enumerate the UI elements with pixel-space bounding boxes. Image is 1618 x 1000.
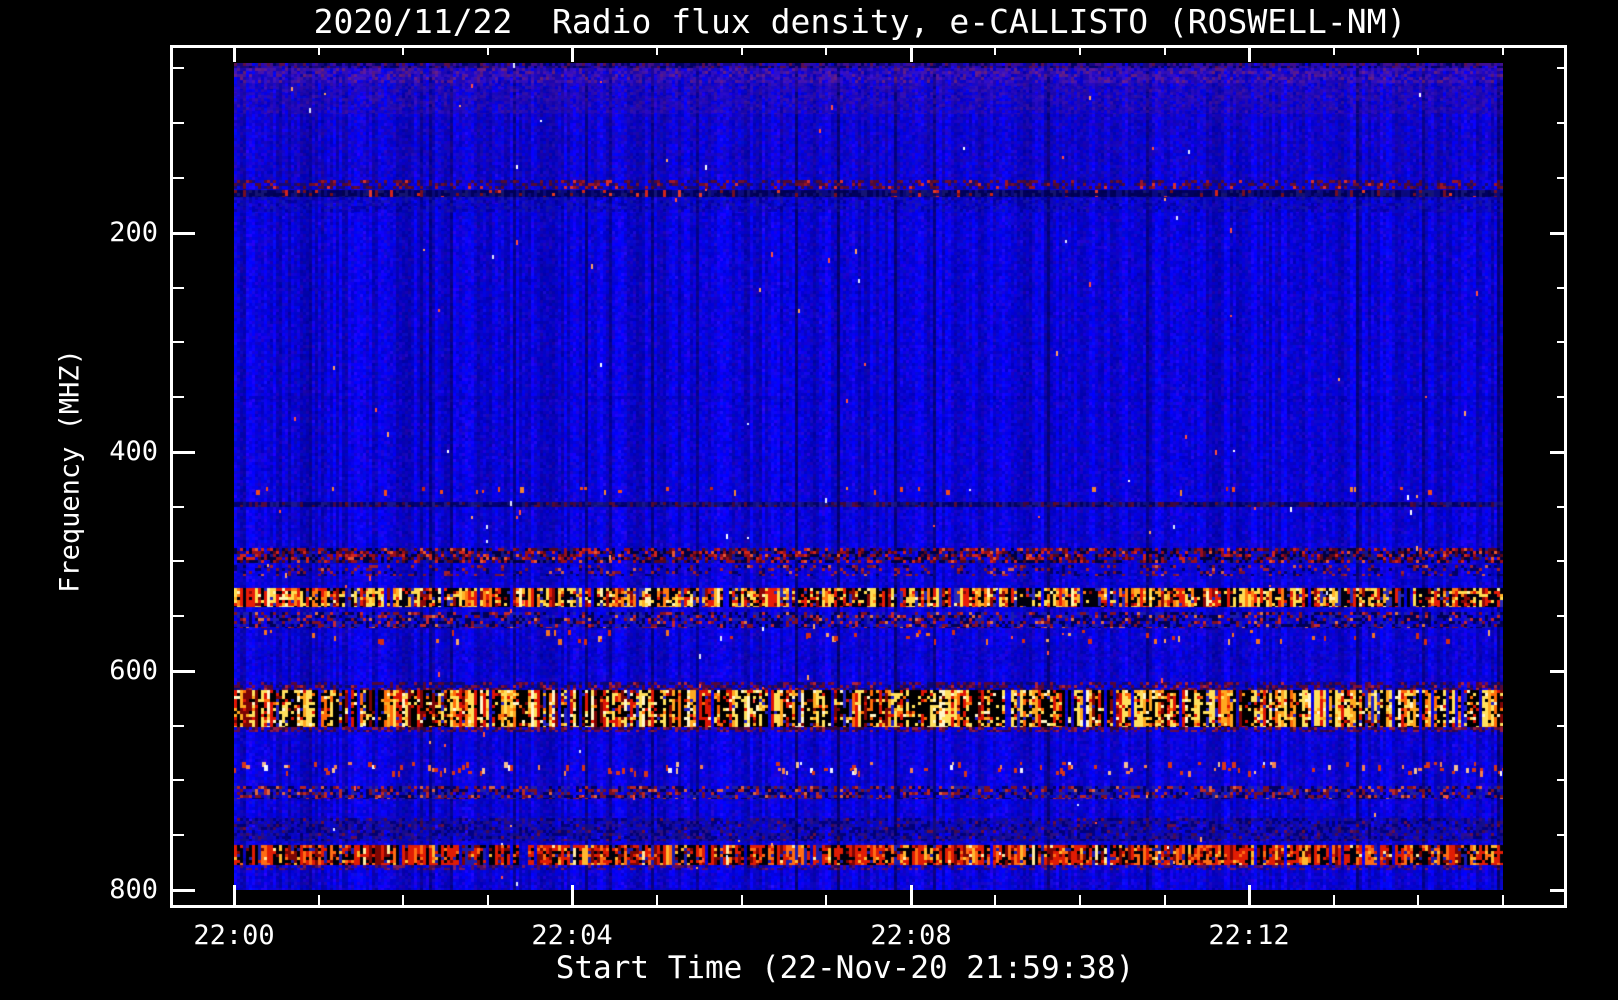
x-axis-minor-tick (994, 895, 996, 905)
y-axis-minor-tick (173, 67, 184, 69)
x-axis-minor-tick (487, 895, 489, 905)
x-axis-major-tick-top (571, 48, 574, 62)
x-axis-major-tick-top (1248, 48, 1251, 62)
y-axis-minor-tick-right (1557, 122, 1564, 124)
y-axis-major-tick (173, 451, 195, 454)
y-axis-minor-tick (173, 834, 184, 836)
y-axis-minor-tick (173, 615, 184, 617)
x-axis-minor-tick (402, 895, 404, 905)
x-axis-minor-tick (1502, 895, 1504, 905)
y-axis-major-tick (173, 889, 195, 892)
x-tick-label: 22:04 (531, 920, 613, 951)
y-axis-minor-tick-right (1557, 615, 1564, 617)
x-axis-minor-tick (1164, 895, 1166, 905)
x-axis-major-tick-top (233, 48, 236, 62)
x-axis-minor-tick (1333, 895, 1335, 905)
x-axis-minor-tick-top (656, 48, 658, 55)
y-axis-minor-tick-right (1557, 560, 1564, 562)
y-axis-major-tick-right (1550, 670, 1564, 673)
y-axis-minor-tick-right (1557, 341, 1564, 343)
x-tick-label: 22:08 (870, 920, 952, 951)
y-axis-minor-tick (173, 341, 184, 343)
y-axis-minor-tick-right (1557, 396, 1564, 398)
y-axis-minor-tick (173, 287, 184, 289)
plot-frame (170, 45, 1567, 908)
y-axis-minor-tick (173, 122, 184, 124)
y-axis-minor-tick-right (1557, 779, 1564, 781)
y-axis-minor-tick (173, 506, 184, 508)
x-axis-minor-tick (318, 895, 320, 905)
y-tick-label: 200 (109, 217, 158, 248)
x-axis-minor-tick (825, 895, 827, 905)
x-axis-major-tick (233, 885, 236, 905)
y-axis-minor-tick (173, 396, 184, 398)
x-axis-minor-tick-top (1502, 48, 1504, 55)
x-axis-minor-tick-top (487, 48, 489, 55)
x-axis-minor-tick-top (994, 48, 996, 55)
x-axis-major-tick (1248, 885, 1251, 905)
x-axis-minor-tick-top (1079, 48, 1081, 55)
x-axis-minor-tick-top (1164, 48, 1166, 55)
y-axis-minor-tick-right (1557, 725, 1564, 727)
x-axis-minor-tick-top (402, 48, 404, 55)
x-axis-minor-tick-top (741, 48, 743, 55)
y-axis-minor-tick-right (1557, 834, 1564, 836)
y-axis-major-tick (173, 670, 195, 673)
spectrogram-page: 2020/11/22 Radio flux density, e-CALLIST… (0, 0, 1618, 1000)
x-axis-minor-tick-top (1333, 48, 1335, 55)
y-axis-major-tick-right (1550, 889, 1564, 892)
y-axis-major-tick-right (1550, 232, 1564, 235)
x-axis-major-tick (571, 885, 574, 905)
x-axis-major-tick (910, 885, 913, 905)
x-axis-minor-tick (741, 895, 743, 905)
x-axis-minor-tick (656, 895, 658, 905)
y-axis-major-tick (173, 232, 195, 235)
y-axis-major-tick-right (1550, 451, 1564, 454)
y-axis-minor-tick-right (1557, 506, 1564, 508)
y-axis-minor-tick (173, 560, 184, 562)
chart-title: 2020/11/22 Radio flux density, e-CALLIST… (313, 2, 1407, 41)
y-axis-minor-tick-right (1557, 67, 1564, 69)
y-axis-minor-tick-right (1557, 177, 1564, 179)
x-axis-title: Start Time (22-Nov-20 21:59:38) (555, 950, 1135, 986)
y-axis-minor-tick (173, 779, 184, 781)
x-axis-minor-tick-top (318, 48, 320, 55)
y-axis-minor-tick (173, 177, 184, 179)
x-axis-minor-tick-top (825, 48, 827, 55)
y-axis-minor-tick (173, 725, 184, 727)
y-axis-title: Frequency (MHZ) (54, 349, 86, 593)
x-axis-minor-tick-top (1417, 48, 1419, 55)
y-axis-minor-tick-right (1557, 287, 1564, 289)
x-axis-major-tick-top (910, 48, 913, 62)
y-tick-label: 600 (109, 655, 158, 686)
x-tick-label: 22:00 (193, 920, 275, 951)
x-axis-minor-tick (1079, 895, 1081, 905)
x-axis-minor-tick (1417, 895, 1419, 905)
x-tick-label: 22:12 (1208, 920, 1290, 951)
y-tick-label: 800 (109, 874, 158, 905)
